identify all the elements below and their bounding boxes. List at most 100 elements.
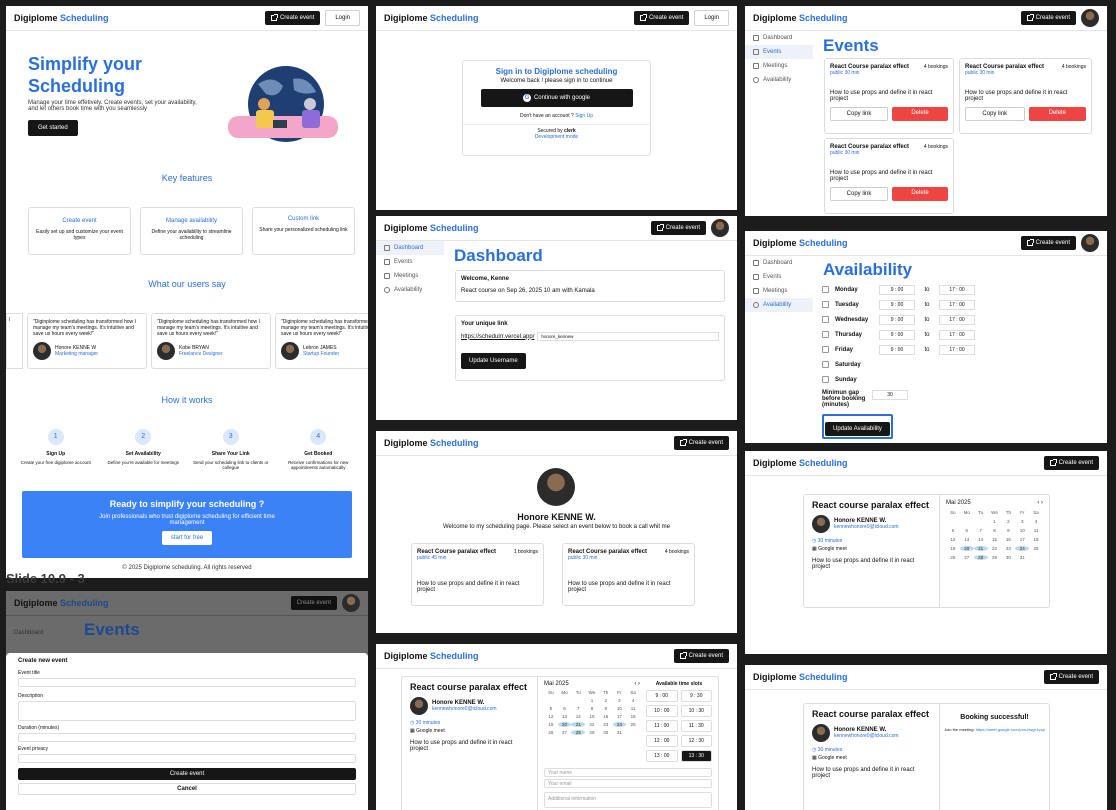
calendar-day[interactable]: 24	[612, 722, 627, 727]
duration-input[interactable]	[18, 733, 356, 742]
google-signin-button[interactable]: G Continue with google	[480, 89, 633, 107]
create-event-button[interactable]: Create event	[673, 436, 729, 450]
create-event-button[interactable]: Create event	[1043, 670, 1099, 684]
time-slot[interactable]: 10 : 30	[680, 705, 712, 717]
privacy-select[interactable]	[18, 754, 356, 763]
from-time[interactable]: 9 : 00	[879, 344, 915, 355]
sidebar-item-dashboard[interactable]: Dashboard	[745, 31, 813, 45]
sidebar-item-meetings[interactable]: Meetings	[745, 59, 813, 73]
day-checkbox[interactable]	[822, 316, 829, 323]
avatar[interactable]	[342, 594, 360, 612]
calendar-day[interactable]: 6	[558, 706, 572, 711]
create-event-button[interactable]: Create event	[1043, 456, 1099, 470]
calendar-day[interactable]: 14	[974, 537, 988, 542]
calendar-day[interactable]: 14	[571, 714, 585, 719]
day-checkbox[interactable]	[822, 346, 829, 353]
event-title-input[interactable]	[18, 678, 356, 687]
calendar-day[interactable]: 7	[571, 706, 585, 711]
day-checkbox[interactable]	[822, 331, 829, 338]
calendar-day[interactable]: 30	[599, 730, 613, 735]
gap-input[interactable]: 30	[872, 390, 908, 400]
calendar-day[interactable]: 31	[1015, 555, 1029, 560]
calendar-day[interactable]: 12	[544, 714, 558, 719]
time-slot[interactable]: 10 : 00	[646, 705, 678, 717]
from-time[interactable]: 9 : 00	[879, 314, 915, 325]
calendar-day[interactable]: 19	[544, 722, 558, 727]
sidebar-item-events[interactable]: Events	[376, 255, 444, 269]
avatar[interactable]	[1081, 9, 1099, 27]
from-time[interactable]: 9 : 00	[879, 284, 915, 295]
calendar-day[interactable]: 22	[585, 722, 599, 727]
calendar-day[interactable]: 26	[544, 730, 558, 735]
calendar-day[interactable]: 10	[1015, 528, 1029, 533]
calendar-day[interactable]: 25	[1029, 546, 1043, 551]
sidebar-item-events[interactable]: Events	[745, 45, 813, 59]
create-event-button[interactable]: Create event	[1020, 236, 1076, 250]
logo[interactable]: Digiplome Scheduling	[14, 13, 109, 23]
calendar-day[interactable]: 27	[960, 555, 974, 560]
calendar-day[interactable]: 21	[973, 546, 988, 551]
logo[interactable]: Digiplome Scheduling	[384, 438, 479, 448]
logo[interactable]: Digiplome Scheduling	[384, 223, 479, 233]
calendar-day[interactable]: 22	[988, 546, 1002, 551]
calendar-day[interactable]: 2	[1001, 519, 1015, 524]
calendar-day[interactable]: 11	[626, 706, 640, 711]
description-input[interactable]	[18, 701, 356, 721]
calendar-day[interactable]: 3	[1015, 519, 1029, 524]
sidebar-item-meetings[interactable]: Meetings	[376, 269, 444, 283]
calendar-day[interactable]: 25	[626, 722, 640, 727]
name-input[interactable]: Your name	[544, 768, 712, 777]
delete-button[interactable]: Delete	[1028, 107, 1086, 121]
calendar-day[interactable]: 28	[973, 555, 988, 560]
update-username-button[interactable]: Update Username	[461, 353, 526, 369]
info-input[interactable]: Additional information	[544, 792, 712, 808]
time-slot[interactable]: 12 : 30	[680, 735, 712, 747]
create-event-button[interactable]: Create event	[290, 596, 337, 610]
month-nav-icon[interactable]: ‹ ›	[634, 681, 640, 687]
calendar-day[interactable]: 6	[960, 528, 974, 533]
calendar-day[interactable]: 16	[1001, 537, 1015, 542]
calendar-day[interactable]: 23	[599, 722, 613, 727]
login-button[interactable]: Login	[694, 10, 729, 26]
calendar-day[interactable]: 26	[946, 555, 960, 560]
to-time[interactable]: 17 : 00	[939, 344, 975, 355]
copy-link-button[interactable]: Copy link	[830, 187, 888, 201]
calendar-day[interactable]: 21	[571, 722, 586, 727]
day-checkbox[interactable]	[822, 286, 829, 293]
calendar-day[interactable]: 18	[626, 714, 640, 719]
logo[interactable]: Digiplome Scheduling	[753, 672, 848, 682]
delete-button[interactable]: Delete	[892, 187, 948, 201]
day-checkbox[interactable]	[822, 376, 829, 383]
calendar-day[interactable]: 7	[974, 528, 988, 533]
calendar-day[interactable]: 4	[626, 698, 640, 703]
calendar-day[interactable]: 1	[988, 519, 1002, 524]
calendar-day[interactable]: 29	[988, 555, 1002, 560]
sidebar-item-availability[interactable]: Availability	[745, 298, 813, 312]
calendar-day[interactable]: 4	[1029, 519, 1043, 524]
day-checkbox[interactable]	[822, 361, 829, 368]
time-slot[interactable]: 9 : 30	[680, 690, 712, 702]
calendar-day[interactable]: 28	[571, 730, 586, 735]
logo[interactable]: Digiplome Scheduling	[753, 458, 848, 468]
time-slot[interactable]: 11 : 30	[680, 720, 712, 732]
logo[interactable]: Digiplome Scheduling	[384, 13, 479, 23]
login-button[interactable]: Login	[325, 10, 360, 26]
calendar-day[interactable]: 8	[585, 706, 599, 711]
create-event-button[interactable]: Create event	[673, 649, 729, 663]
logo[interactable]: Digiplome Scheduling	[753, 238, 848, 248]
calendar-day[interactable]: 3	[613, 698, 627, 703]
calendar-day[interactable]: 12	[946, 537, 960, 542]
calendar-day[interactable]: 18	[1029, 537, 1043, 542]
calendar-day[interactable]: 20	[959, 546, 974, 551]
day-checkbox[interactable]	[822, 301, 829, 308]
calendar-day[interactable]: 2	[599, 698, 613, 703]
meeting-link[interactable]: https://meet.google.com/pxn-bwgr-hrsy	[976, 727, 1045, 732]
month-nav-icon[interactable]: ‹ ›	[1037, 500, 1043, 506]
delete-button[interactable]: Delete	[892, 107, 948, 121]
calendar-day[interactable]: 23	[1001, 546, 1015, 551]
create-event-button[interactable]: Create event	[1020, 11, 1076, 25]
from-time[interactable]: 9 : 00	[879, 299, 915, 310]
calendar-day[interactable]: 27	[558, 730, 572, 735]
calendar-day[interactable]: 9	[1001, 528, 1015, 533]
sidebar-item-dashboard[interactable]: Dashboard	[745, 256, 813, 270]
